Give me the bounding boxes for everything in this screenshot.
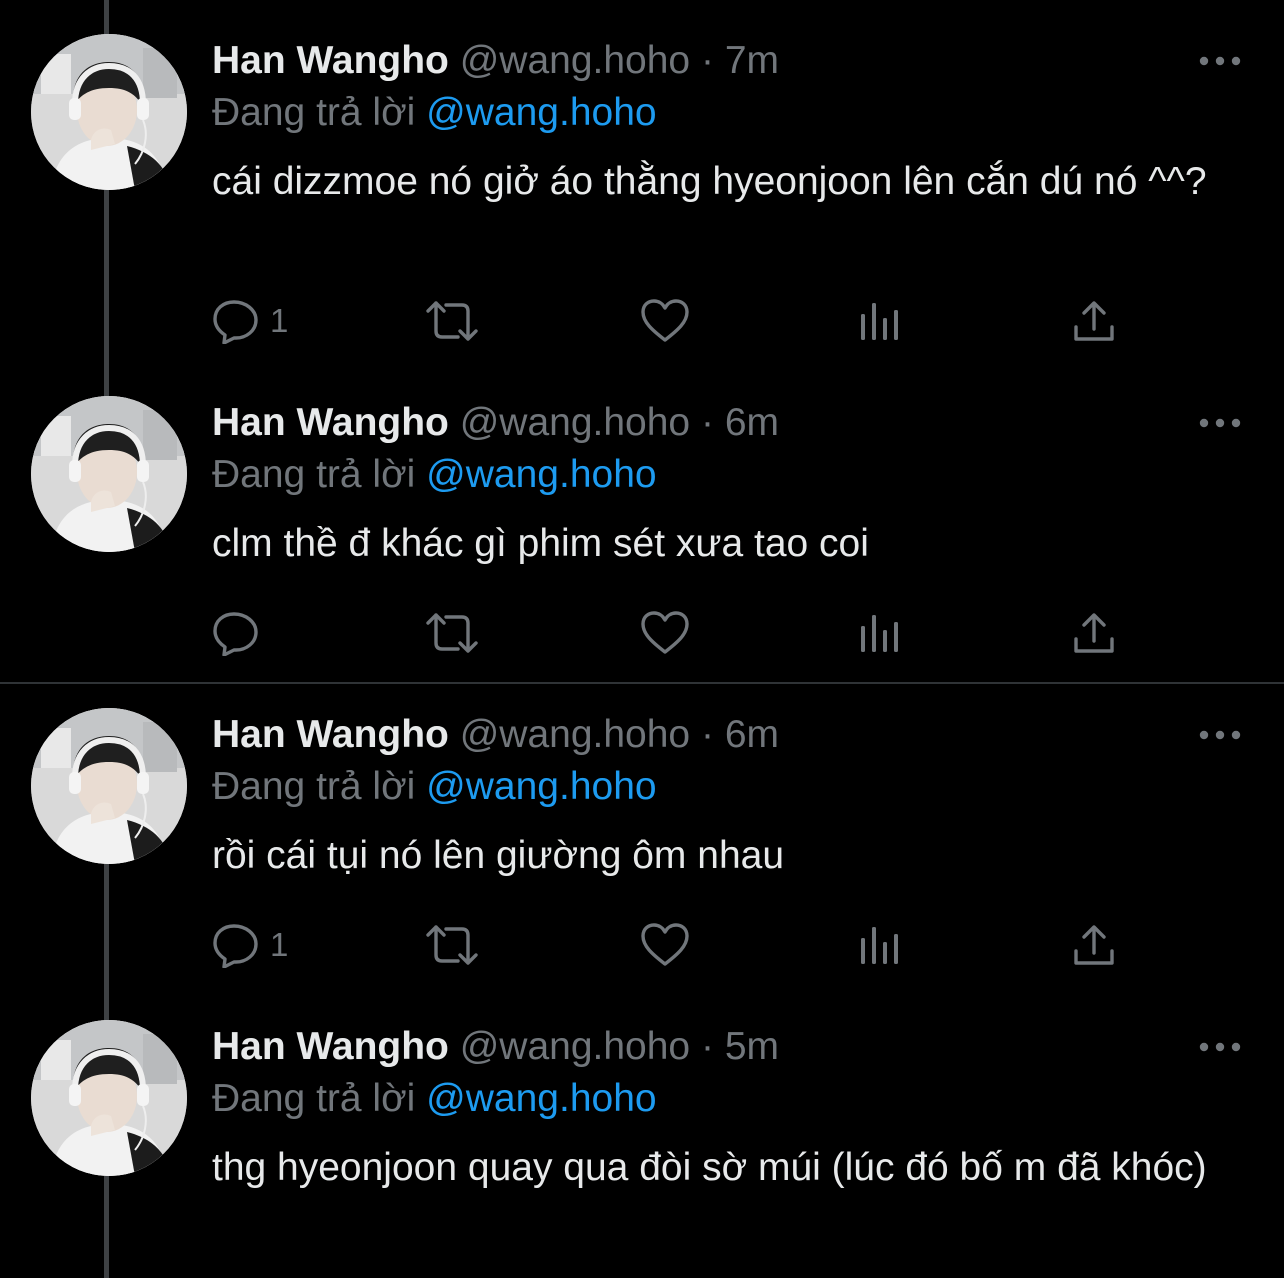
- retweet-button[interactable]: [424, 296, 480, 346]
- retweet-icon: [424, 299, 480, 343]
- replying-to: Đang trả lời @wang.hoho: [212, 452, 657, 498]
- replying-to-label: Đang trả lời: [212, 453, 416, 496]
- timestamp[interactable]: 7m: [725, 39, 779, 82]
- reply-count: 1: [270, 302, 289, 339]
- retweet-button[interactable]: [424, 920, 480, 970]
- tweet-text: rồi cái tụi nó lên giường ôm nhau: [212, 834, 785, 877]
- mention-link[interactable]: @wang.hoho: [426, 91, 656, 134]
- action-bar: 1: [212, 296, 1132, 346]
- tweet-text: cái dizzmoe nó giở áo thằng hyeonjoon lê…: [212, 160, 1207, 203]
- tweet-text: thg hyeonjoon quay qua đòi sờ múi (lúc đ…: [212, 1146, 1207, 1189]
- replying-to: Đang trả lời @wang.hoho: [212, 1076, 657, 1122]
- heart-icon: [640, 298, 690, 344]
- like-button[interactable]: [640, 920, 690, 970]
- share-upload-icon: [1072, 611, 1116, 655]
- more-icon[interactable]: [1198, 722, 1242, 748]
- user-handle[interactable]: @wang.hoho: [460, 401, 690, 444]
- share-upload-icon: [1072, 299, 1116, 343]
- display-name[interactable]: Han Wangho: [212, 713, 449, 756]
- mention-link[interactable]: @wang.hoho: [426, 765, 656, 808]
- separator-dot: ·: [700, 1025, 714, 1068]
- share-button[interactable]: [1072, 296, 1116, 346]
- replying-to-label: Đang trả lời: [212, 1077, 416, 1120]
- replying-to: Đang trả lời @wang.hoho: [212, 90, 657, 136]
- share-button[interactable]: [1072, 608, 1116, 658]
- share-upload-icon: [1072, 923, 1116, 967]
- reply-bubble-icon: [212, 298, 260, 344]
- more-icon[interactable]: [1198, 48, 1242, 74]
- timestamp[interactable]: 6m: [725, 401, 779, 444]
- retweet-icon: [424, 923, 480, 967]
- reply-button[interactable]: 1: [212, 296, 288, 346]
- tweet-header: Han Wangho @wang.hoho · 7m: [212, 38, 779, 84]
- reply-bubble-icon: [212, 610, 260, 656]
- avatar[interactable]: [31, 1020, 187, 1176]
- more-icon[interactable]: [1198, 1034, 1242, 1060]
- tweet-header: Han Wangho @wang.hoho · 5m: [212, 1024, 779, 1070]
- replying-to-label: Đang trả lời: [212, 765, 416, 808]
- like-button[interactable]: [640, 296, 690, 346]
- more-icon[interactable]: [1198, 410, 1242, 436]
- heart-icon: [640, 922, 690, 968]
- separator-dot: ·: [700, 401, 714, 444]
- views-button[interactable]: [858, 920, 902, 970]
- reply-bubble-icon: [212, 922, 260, 968]
- retweet-icon: [424, 611, 480, 655]
- thread-line: [104, 1176, 109, 1278]
- replying-to: Đang trả lời @wang.hoho: [212, 764, 657, 810]
- avatar[interactable]: [31, 396, 187, 552]
- reply-count: 1: [270, 926, 289, 963]
- thread-line: [104, 838, 109, 1024]
- display-name[interactable]: Han Wangho: [212, 39, 449, 82]
- share-button[interactable]: [1072, 920, 1116, 970]
- avatar[interactable]: [31, 708, 187, 864]
- avatar[interactable]: [31, 34, 187, 190]
- analytics-bars-icon: [858, 924, 902, 966]
- user-handle[interactable]: @wang.hoho: [460, 713, 690, 756]
- tweet-text: clm thề đ khác gì phim sét xưa tao coi: [212, 522, 869, 565]
- display-name[interactable]: Han Wangho: [212, 1025, 449, 1068]
- timestamp[interactable]: 5m: [725, 1025, 779, 1068]
- tweet-header: Han Wangho @wang.hoho · 6m: [212, 400, 779, 446]
- thread-line: [104, 190, 109, 400]
- reply-button[interactable]: [212, 608, 270, 658]
- action-bar: [212, 608, 1132, 658]
- mention-link[interactable]: @wang.hoho: [426, 453, 656, 496]
- action-bar: 1: [212, 920, 1132, 970]
- retweet-button[interactable]: [424, 608, 480, 658]
- views-button[interactable]: [858, 608, 902, 658]
- analytics-bars-icon: [858, 300, 902, 342]
- tweet-header: Han Wangho @wang.hoho · 6m: [212, 712, 779, 758]
- timestamp[interactable]: 6m: [725, 713, 779, 756]
- separator-dot: ·: [700, 39, 714, 82]
- thread-line: [104, 0, 109, 36]
- views-button[interactable]: [858, 296, 902, 346]
- timeline-divider: [0, 682, 1284, 684]
- mention-link[interactable]: @wang.hoho: [426, 1077, 656, 1120]
- display-name[interactable]: Han Wangho: [212, 401, 449, 444]
- separator-dot: ·: [700, 713, 714, 756]
- heart-icon: [640, 610, 690, 656]
- reply-button[interactable]: 1: [212, 920, 288, 970]
- replying-to-label: Đang trả lời: [212, 91, 416, 134]
- analytics-bars-icon: [858, 612, 902, 654]
- like-button[interactable]: [640, 608, 690, 658]
- user-handle[interactable]: @wang.hoho: [460, 39, 690, 82]
- user-handle[interactable]: @wang.hoho: [460, 1025, 690, 1068]
